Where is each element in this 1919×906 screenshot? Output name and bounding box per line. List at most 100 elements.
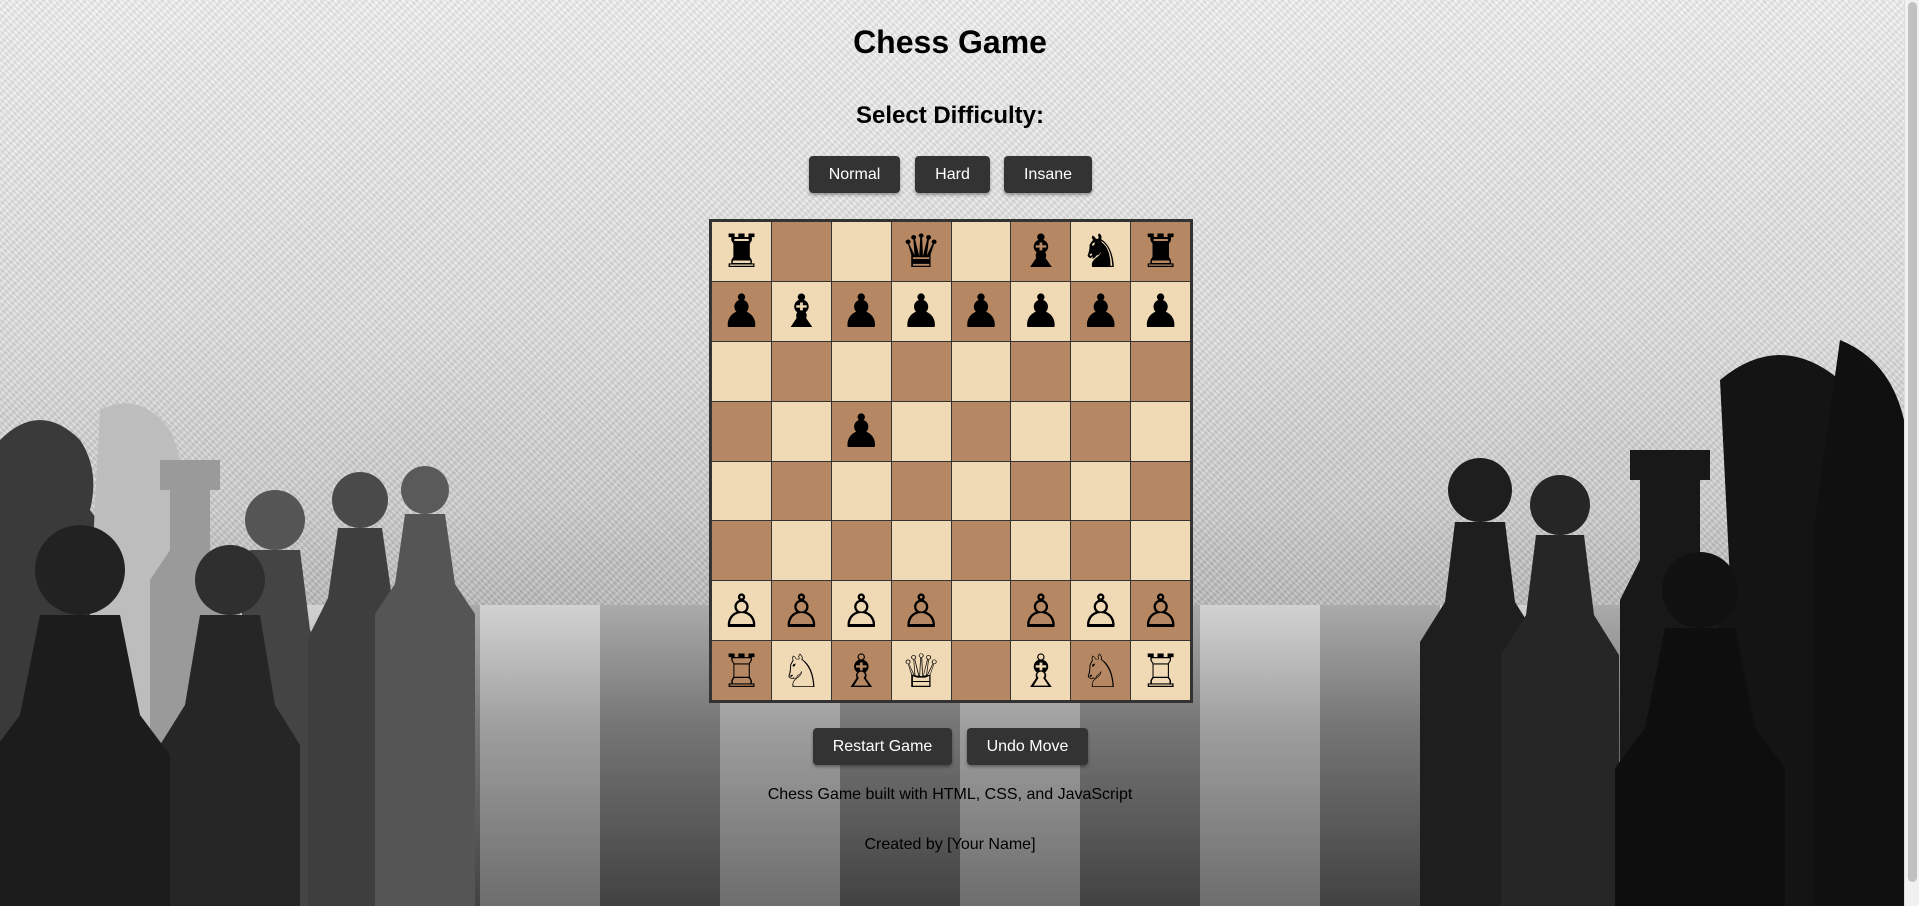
board-square[interactable] [951, 341, 1011, 401]
board-square[interactable]: ♙ [1011, 581, 1071, 641]
white-queen-icon[interactable]: ♕ [900, 648, 941, 694]
white-pawn-icon[interactable]: ♙ [781, 588, 822, 634]
board-square[interactable] [712, 341, 771, 401]
board-square[interactable]: ♗ [1011, 641, 1071, 700]
black-pawn-icon[interactable]: ♟ [841, 288, 882, 334]
white-bishop-icon[interactable]: ♗ [1020, 648, 1061, 694]
white-knight-icon[interactable]: ♘ [781, 648, 822, 694]
board-square[interactable]: ♟ [1071, 281, 1131, 341]
difficulty-normal-button[interactable]: Normal [809, 156, 900, 193]
board-square[interactable]: ♙ [891, 581, 951, 641]
scrollbar-thumb[interactable] [1908, 2, 1917, 882]
black-pawn-icon[interactable]: ♟ [900, 288, 941, 334]
black-rook-icon[interactable]: ♜ [1140, 228, 1181, 274]
board-square[interactable]: ♝ [1011, 222, 1071, 281]
board-square[interactable] [951, 521, 1011, 581]
board-square[interactable]: ♟ [891, 281, 951, 341]
white-bishop-icon[interactable]: ♗ [841, 648, 882, 694]
board-square[interactable] [1071, 341, 1131, 401]
board-square[interactable] [891, 341, 951, 401]
white-pawn-icon[interactable]: ♙ [1080, 588, 1121, 634]
board-square[interactable] [1011, 401, 1071, 461]
black-rook-icon[interactable]: ♜ [721, 228, 762, 274]
board-square[interactable]: ♞ [1071, 222, 1131, 281]
board-square[interactable] [951, 401, 1011, 461]
board-square[interactable]: ♟ [831, 401, 891, 461]
white-pawn-icon[interactable]: ♙ [900, 588, 941, 634]
white-rook-icon[interactable]: ♖ [721, 648, 762, 694]
board-square[interactable] [891, 401, 951, 461]
board-square[interactable] [891, 461, 951, 521]
board-square[interactable]: ♟ [1131, 281, 1190, 341]
board-square[interactable] [831, 222, 891, 281]
black-bishop-icon[interactable]: ♝ [1020, 228, 1061, 274]
board-square[interactable]: ♝ [771, 281, 831, 341]
board-square[interactable] [712, 521, 771, 581]
board-square[interactable]: ♙ [712, 581, 771, 641]
board-square[interactable] [951, 641, 1011, 700]
vertical-scrollbar[interactable] [1904, 0, 1919, 906]
board-square[interactable]: ♖ [1131, 641, 1190, 700]
board-square[interactable] [712, 401, 771, 461]
black-pawn-icon[interactable]: ♟ [841, 408, 882, 454]
board-square[interactable] [951, 581, 1011, 641]
board-square[interactable]: ♘ [771, 641, 831, 700]
board-square[interactable] [951, 461, 1011, 521]
restart-game-button[interactable]: Restart Game [813, 728, 952, 765]
board-square[interactable] [1131, 341, 1190, 401]
board-square[interactable]: ♘ [1071, 641, 1131, 700]
board-square[interactable]: ♟ [831, 281, 891, 341]
board-square[interactable] [891, 521, 951, 581]
black-pawn-icon[interactable]: ♟ [721, 288, 762, 334]
black-pawn-icon[interactable]: ♟ [1140, 288, 1181, 334]
difficulty-hard-button[interactable]: Hard [915, 156, 990, 193]
board-square[interactable]: ♕ [891, 641, 951, 700]
board-square[interactable] [771, 401, 831, 461]
undo-move-button[interactable]: Undo Move [967, 728, 1088, 765]
board-square[interactable]: ♖ [712, 641, 771, 700]
board-square[interactable]: ♟ [951, 281, 1011, 341]
board-square[interactable]: ♙ [771, 581, 831, 641]
difficulty-insane-button[interactable]: Insane [1004, 156, 1092, 193]
board-square[interactable]: ♙ [1071, 581, 1131, 641]
board-square[interactable] [831, 341, 891, 401]
black-pawn-icon[interactable]: ♟ [1020, 288, 1061, 334]
board-square[interactable] [1011, 521, 1071, 581]
board-square[interactable]: ♛ [891, 222, 951, 281]
board-square[interactable] [831, 461, 891, 521]
board-square[interactable] [712, 461, 771, 521]
board-square[interactable] [831, 521, 891, 581]
board-square[interactable] [771, 341, 831, 401]
board-square[interactable]: ♗ [831, 641, 891, 700]
board-square[interactable]: ♜ [1131, 222, 1190, 281]
board-square[interactable]: ♟ [712, 281, 771, 341]
board-square[interactable]: ♜ [712, 222, 771, 281]
board-square[interactable] [771, 222, 831, 281]
white-pawn-icon[interactable]: ♙ [1140, 588, 1181, 634]
board-square[interactable] [771, 461, 831, 521]
credit-text: Created by [Your Name] [864, 836, 1036, 853]
board-square[interactable] [951, 222, 1011, 281]
black-pawn-icon[interactable]: ♟ [960, 288, 1001, 334]
board-square[interactable] [1131, 521, 1190, 581]
board-square[interactable] [1071, 461, 1131, 521]
board-square[interactable]: ♟ [1011, 281, 1071, 341]
black-queen-icon[interactable]: ♛ [900, 228, 941, 274]
white-rook-icon[interactable]: ♖ [1140, 648, 1181, 694]
black-knight-icon[interactable]: ♞ [1080, 228, 1121, 274]
board-square[interactable] [771, 521, 831, 581]
board-square[interactable]: ♙ [831, 581, 891, 641]
board-square[interactable] [1011, 341, 1071, 401]
board-square[interactable] [1131, 401, 1190, 461]
white-pawn-icon[interactable]: ♙ [841, 588, 882, 634]
board-square[interactable] [1071, 521, 1131, 581]
black-pawn-icon[interactable]: ♟ [1080, 288, 1121, 334]
white-pawn-icon[interactable]: ♙ [1020, 588, 1061, 634]
white-pawn-icon[interactable]: ♙ [721, 588, 762, 634]
board-square[interactable] [1071, 401, 1131, 461]
black-bishop-icon[interactable]: ♝ [781, 288, 822, 334]
board-square[interactable] [1011, 461, 1071, 521]
board-square[interactable]: ♙ [1131, 581, 1190, 641]
board-square[interactable] [1131, 461, 1190, 521]
white-knight-icon[interactable]: ♘ [1080, 648, 1121, 694]
